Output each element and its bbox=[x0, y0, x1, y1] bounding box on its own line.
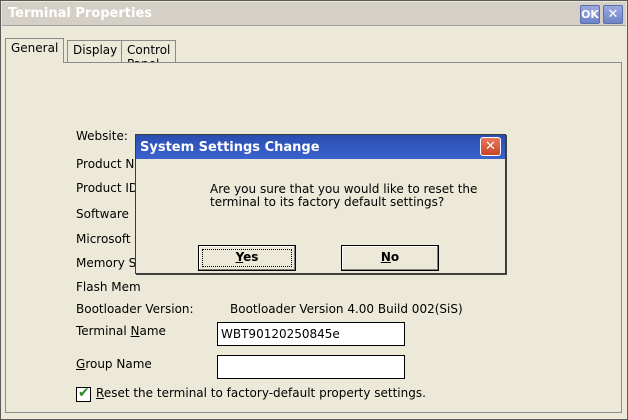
product-name-label: Product N bbox=[76, 157, 135, 171]
no-button[interactable]: No bbox=[341, 245, 439, 271]
terminal-name-label: Terminal Name bbox=[76, 324, 166, 338]
window-titlebar: Terminal Properties OK ✕ bbox=[2, 2, 626, 26]
ok-button[interactable]: OK bbox=[580, 5, 600, 24]
microsoft-label: Microsoft bbox=[76, 232, 131, 246]
dialog-close-icon[interactable]: ✕ bbox=[480, 137, 501, 156]
bootloader-value: Bootloader Version 4.00 Build 002(SiS) bbox=[230, 302, 463, 316]
reset-checkbox[interactable]: ✔ bbox=[76, 385, 91, 402]
system-settings-change-dialog: System Settings Change ✕ Are you sure th… bbox=[135, 134, 506, 274]
tab-general[interactable]: General bbox=[5, 38, 65, 63]
reset-checkbox-label[interactable]: Reset the terminal to factory-default pr… bbox=[96, 386, 426, 400]
bootloader-label: Bootloader Version: bbox=[76, 302, 194, 316]
checkmark-icon: ✔ bbox=[78, 385, 90, 401]
product-id-label: Product ID bbox=[76, 181, 139, 195]
software-label: Software bbox=[76, 207, 129, 221]
tab-control-panel[interactable]: Control Panel bbox=[121, 40, 177, 71]
flash-memory-label: Flash Mem bbox=[76, 280, 141, 294]
yes-button[interactable]: Yes bbox=[198, 245, 296, 271]
memory-label: Memory S bbox=[76, 256, 137, 270]
dialog-title: System Settings Change bbox=[140, 140, 320, 155]
group-name-input[interactable] bbox=[217, 355, 405, 379]
dialog-message: Are you sure that you would like to rese… bbox=[210, 182, 478, 209]
group-name-label: Group Name bbox=[76, 357, 152, 371]
terminal-name-input[interactable]: WBT90120250845e bbox=[217, 322, 405, 346]
website-label: Website: bbox=[76, 129, 128, 143]
close-icon[interactable]: ✕ bbox=[603, 5, 623, 24]
dialog-titlebar: System Settings Change ✕ bbox=[136, 135, 505, 159]
tab-display[interactable]: Display bbox=[67, 40, 124, 62]
window-title: Terminal Properties bbox=[8, 6, 153, 21]
